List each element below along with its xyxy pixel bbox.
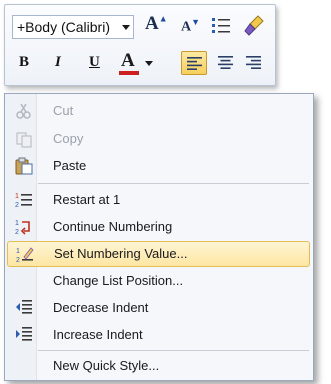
set-numbering-value-icon: 1 2 — [16, 247, 34, 264]
continue-numbering-icon: 1 2 — [15, 220, 30, 236]
align-left-icon — [187, 57, 202, 70]
font-name-value: +Body (Calibri) — [17, 19, 110, 35]
underline-button[interactable]: U — [89, 54, 100, 71]
svg-text:1: 1 — [16, 248, 20, 255]
menu-item-set-numbering-value[interactable]: 1 2 Set Numbering Value... — [7, 241, 310, 267]
context-menu: Cut Copy Paste 1 2 Restart at 1 1 2 Cont… — [4, 93, 314, 381]
menu-separator — [38, 183, 309, 184]
font-color-icon: A — [121, 50, 135, 71]
format-painter-icon[interactable] — [243, 14, 265, 36]
svg-text:1: 1 — [15, 193, 19, 200]
menu-item-change-list-position[interactable]: Change List Position... — [7, 268, 310, 294]
grow-font-icon: A — [145, 13, 159, 34]
svg-text:2: 2 — [15, 202, 19, 209]
font-name-dropdown[interactable]: +Body (Calibri) — [12, 15, 134, 39]
italic-button[interactable]: I — [55, 54, 61, 71]
decrease-indent-icon — [16, 300, 32, 314]
font-color-button[interactable]: A — [117, 49, 157, 77]
menu-item-decrease-indent[interactable]: Decrease Indent — [7, 295, 310, 321]
menu-item-increase-indent[interactable]: Increase Indent — [7, 322, 310, 348]
menu-item-label: Copy — [53, 131, 84, 146]
chevron-down-icon — [122, 25, 130, 30]
copy-icon — [16, 132, 32, 148]
menu-item-paste[interactable]: Paste — [7, 153, 310, 179]
align-center-button[interactable] — [213, 51, 239, 75]
svg-text:2: 2 — [16, 257, 20, 264]
font-color-swatch — [119, 71, 139, 75]
shrink-font-icon: A — [181, 19, 192, 35]
menu-item-restart-at-1[interactable]: 1 2 Restart at 1 — [7, 187, 310, 213]
align-center-icon — [218, 56, 233, 69]
menu-item-copy[interactable]: Copy — [7, 126, 310, 152]
screen-root: +Body (Calibri) A▲ A▼ B I U A Cut Copy P… — [0, 0, 331, 384]
menu-item-label: Change List Position... — [53, 273, 184, 288]
bold-button[interactable]: B — [19, 54, 29, 71]
svg-text:2: 2 — [15, 229, 19, 236]
menu-item-label: Set Numbering Value... — [54, 246, 188, 261]
mini-toolbar: +Body (Calibri) A▲ A▼ B I U A — [4, 4, 276, 86]
align-left-button[interactable] — [181, 51, 207, 75]
menu-item-continue-numbering[interactable]: 1 2 Continue Numbering — [7, 214, 310, 240]
menu-item-cut[interactable]: Cut — [7, 98, 310, 124]
align-right-button[interactable] — [241, 51, 267, 75]
align-right-icon — [246, 56, 261, 69]
menu-item-label: New Quick Style... — [53, 358, 160, 373]
menu-item-label: Restart at 1 — [53, 192, 121, 207]
scissors-icon — [16, 103, 31, 119]
menu-item-label: Increase Indent — [53, 327, 143, 342]
svg-text:1: 1 — [15, 220, 19, 227]
menu-item-label: Decrease Indent — [53, 300, 149, 315]
increase-indent-icon — [16, 327, 32, 341]
menu-separator — [38, 350, 309, 351]
menu-item-new-quick-style[interactable]: New Quick Style... — [7, 353, 310, 379]
menu-item-label: Continue Numbering — [53, 219, 173, 234]
menu-item-label: Paste — [53, 158, 87, 173]
restart-numbering-icon: 1 2 — [15, 193, 32, 209]
grow-font-button[interactable]: A▲ — [145, 13, 168, 35]
chevron-down-icon — [145, 61, 153, 66]
bullets-icon[interactable] — [212, 17, 230, 33]
paste-icon — [15, 157, 33, 175]
menu-item-label: Cut — [53, 103, 74, 118]
shrink-font-button[interactable]: A▼ — [181, 17, 200, 36]
